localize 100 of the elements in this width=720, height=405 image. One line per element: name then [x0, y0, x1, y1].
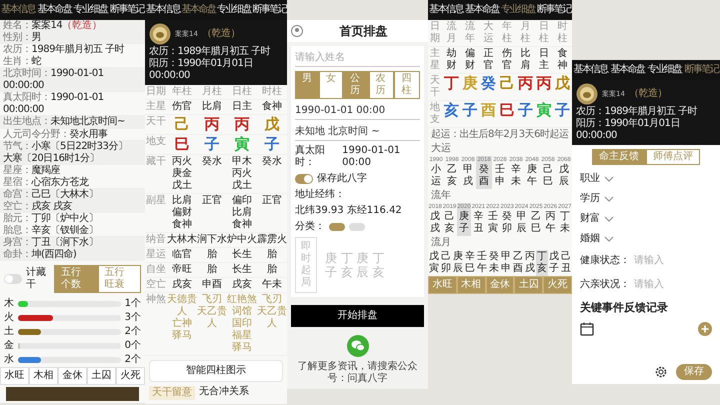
pillar-item[interactable]: 甲 申: [500, 250, 512, 276]
info-field: 身宫：丁丑〔涧下水〕: [3, 237, 98, 248]
table-cell: 正官: [202, 195, 222, 206]
field-value: 北纬39.93 东经116.42: [295, 205, 402, 218]
column-header: 日柱: [534, 20, 554, 47]
field-label: 财富: [580, 213, 600, 225]
field-label: 分类：: [295, 221, 325, 234]
stem-glyph: 子: [204, 135, 220, 153]
start-button[interactable]: 开始排盘: [291, 305, 424, 328]
table-cell: 胎: [207, 264, 217, 275]
column-header: 月柱: [516, 20, 535, 47]
count-label: 3个: [124, 312, 141, 324]
avatar-icon: [576, 83, 598, 105]
stem-glyph: 子: [555, 101, 570, 119]
tab[interactable]: 专业细盘: [216, 4, 251, 16]
stem-glyph: 丙: [204, 115, 220, 133]
location-field[interactable]: 未知地 北京时间 ~: [295, 124, 420, 142]
avatar-icon: [149, 23, 171, 45]
element-label: 火: [4, 312, 14, 324]
table-cell: 正官: [483, 48, 494, 71]
row-label: 自坐: [145, 263, 167, 278]
section-label: 大运: [430, 142, 452, 156]
tab[interactable]: 断事笔记: [110, 4, 144, 16]
row-label: 地支: [428, 101, 442, 128]
field-label: 职业: [580, 173, 600, 185]
info-field: 性别：男: [3, 32, 41, 43]
info-field: 空亡：戌亥 戌亥: [3, 200, 72, 212]
table-cell: 偏印 比肩 食神: [232, 195, 252, 230]
field-label: 真太阳时：: [295, 145, 326, 170]
date-field[interactable]: 1990-01-01 00:00: [295, 103, 420, 120]
column-header: 日柱: [227, 85, 257, 100]
tab[interactable]: 断事笔记: [684, 64, 718, 76]
table-cell: 长生: [232, 249, 252, 260]
category-chip[interactable]: [329, 223, 345, 232]
stem-glyph: 子: [462, 101, 478, 119]
pillar-item[interactable]: 丙 戌: [524, 250, 536, 276]
table-cell: 比肩: [202, 101, 222, 112]
pillar-item[interactable]: 癸 未: [488, 250, 500, 276]
column-header: 日期: [428, 20, 442, 47]
tab[interactable]: 基本信息: [1, 4, 36, 16]
input-field[interactable]: 请输入: [634, 277, 694, 293]
tab[interactable]: 专业细盘: [648, 64, 682, 76]
tab[interactable]: 断事笔记: [537, 4, 571, 16]
footer-text: 了解更多资讯，请搜索公众号：问真八字: [296, 361, 418, 386]
toggle-switch[interactable]: [295, 174, 313, 184]
tab[interactable]: 基本命盘: [465, 4, 499, 16]
pillar-item[interactable]: 己 卯: [440, 250, 452, 276]
info-field: 生肖：蛇: [3, 56, 41, 67]
table-cell: 食神: [262, 101, 282, 112]
field-label: 地址经纬：: [295, 189, 345, 202]
section-label: 流年: [430, 189, 452, 204]
calendar-icon: [580, 322, 594, 336]
stem-glyph: 子: [264, 135, 280, 153]
table-cell: 甲木 丙火 戊土: [232, 156, 252, 191]
table-cell: 炉中火: [227, 234, 257, 245]
stem-glyph: 寅: [234, 135, 250, 153]
column-header: 时柱: [553, 20, 572, 47]
chart-button[interactable]: 智能四柱图示: [149, 360, 283, 382]
solar-date: 阳历：1990年01月01日 00:00:00: [576, 118, 680, 141]
info-field: 节气：小寒〔5日22时33分〕: [3, 141, 128, 152]
stem-glyph: 庚: [462, 74, 478, 92]
stem-glyph: 亥: [444, 101, 459, 119]
table-cell: 临官: [172, 249, 192, 260]
stem-glyph: 丙: [518, 74, 534, 92]
tab[interactable]: 基本信息: [429, 4, 463, 16]
chevron-down-icon: [604, 236, 614, 242]
element-label: 木: [4, 298, 14, 310]
tab[interactable]: 基本命盘: [610, 64, 644, 76]
tab[interactable]: 基本信息: [146, 4, 180, 16]
table-cell: 日主: [232, 101, 252, 112]
pillar-item[interactable]: 戊 子: [548, 250, 560, 276]
toggle-label: 计藏干: [26, 267, 47, 291]
table-cell: 大林木: [167, 234, 197, 245]
pillar-item[interactable]: 乙 酉: [512, 250, 524, 276]
pillar-item[interactable]: 戊 寅: [428, 250, 440, 276]
name-field[interactable]: 请输入姓名: [295, 50, 420, 68]
table-cell: 伤官: [502, 48, 512, 71]
season-label: 金休: [58, 367, 87, 385]
season-label: 金休: [486, 276, 514, 294]
element-label: 土: [4, 326, 14, 338]
tab[interactable]: 专业细盘: [501, 4, 535, 16]
row-label: 藏干: [145, 155, 167, 194]
input-field[interactable]: 请输入: [634, 253, 694, 269]
tab[interactable]: 基本命盘: [181, 4, 216, 16]
tab[interactable]: 断事笔记: [252, 4, 286, 16]
tab[interactable]: 基本信息: [574, 64, 608, 76]
add-icon[interactable]: [698, 322, 712, 336]
tab[interactable]: 专业细盘: [74, 4, 108, 16]
pillar-item[interactable]: 壬 午: [476, 250, 488, 276]
pillar-item[interactable]: 丁 亥: [536, 250, 548, 276]
toggle-switch[interactable]: [4, 274, 22, 284]
pillar-item[interactable]: 辛 巳: [464, 250, 476, 276]
table-cell: 午未: [262, 279, 282, 290]
field-label: 婚姻: [580, 233, 600, 245]
pillar-item[interactable]: 庚 辰: [452, 250, 464, 276]
tab[interactable]: 基本命盘: [37, 4, 72, 16]
pillar-item[interactable]: 己 丑: [560, 250, 572, 276]
stem-glyph: 巳: [174, 135, 190, 153]
stem-glyph: 丙: [234, 115, 250, 133]
table-cell: 胎: [207, 249, 217, 260]
